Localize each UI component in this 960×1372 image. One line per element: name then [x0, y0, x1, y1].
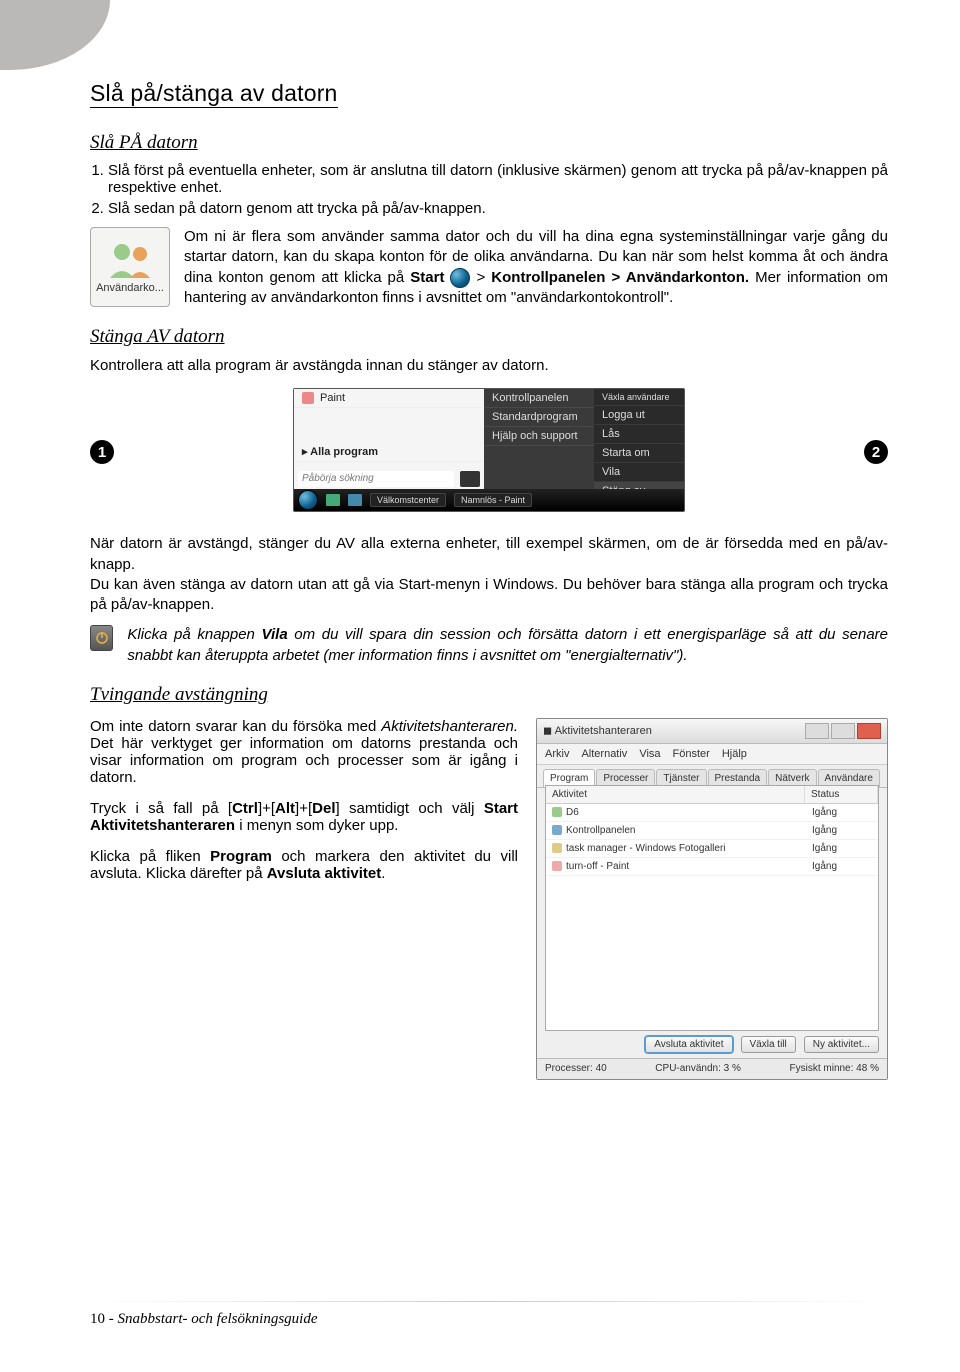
step-1: Slå först på eventuella enheter, som är …: [108, 162, 888, 196]
page-footer: 10 - Snabbstart- och felsökningsguide: [90, 1311, 317, 1328]
hibernate-hint: Klicka på knappen Vila om du vill spara …: [127, 625, 888, 666]
start-menu-screenshot: Paint ▸ Alla program Påbörja sökning ⏻ K…: [293, 388, 685, 512]
user-accounts-icon: Användarko...: [90, 227, 170, 307]
new-task-button: Ny aktivitet...: [804, 1036, 879, 1053]
user-icon-caption: Användarko...: [96, 282, 164, 294]
end-task-button: Avsluta aktivitet: [645, 1036, 732, 1053]
switch-to-button: Växla till: [741, 1036, 796, 1053]
off-intro: Kontrollera att alla program är avstängd…: [90, 356, 888, 376]
on-steps-list: Slå först på eventuella enheter, som är …: [90, 162, 888, 217]
section-heading-force: Tvingande avstängning: [90, 684, 888, 706]
close-icon: [857, 723, 881, 739]
task-manager-menu: ArkivAlternativVisaFönsterHjälp: [537, 744, 887, 765]
callout-1: 1: [90, 440, 114, 464]
footer-rule: [90, 1301, 888, 1302]
after-off-text: När datorn är avstängd, stänger du AV al…: [90, 534, 888, 615]
page-corner-decoration: [0, 0, 110, 70]
user-accounts-info: Om ni är flera som använder samma dator …: [184, 227, 888, 308]
window-buttons: [805, 723, 881, 739]
search-input: Påbörja sökning: [298, 471, 454, 487]
power-icon: ⏻: [460, 471, 480, 487]
step-2: Slå sedan på datorn genom att trycka på …: [108, 200, 888, 217]
hibernate-button-icon: [90, 625, 113, 651]
section-heading-on: Slå PÅ datorn: [90, 132, 888, 154]
start-orb-icon: [298, 490, 318, 510]
start-orb-icon: [450, 268, 470, 288]
page-title: Slå på/stänga av datorn: [90, 80, 338, 108]
section-heading-off: Stänga AV datorn: [90, 326, 888, 348]
task-manager-screenshot: ◼ Aktivitetshanteraren ArkivAlternativVi…: [536, 718, 888, 1080]
force-off-text: Om inte datorn svarar kan du försöka med…: [90, 718, 518, 1080]
callout-2: 2: [864, 440, 888, 464]
